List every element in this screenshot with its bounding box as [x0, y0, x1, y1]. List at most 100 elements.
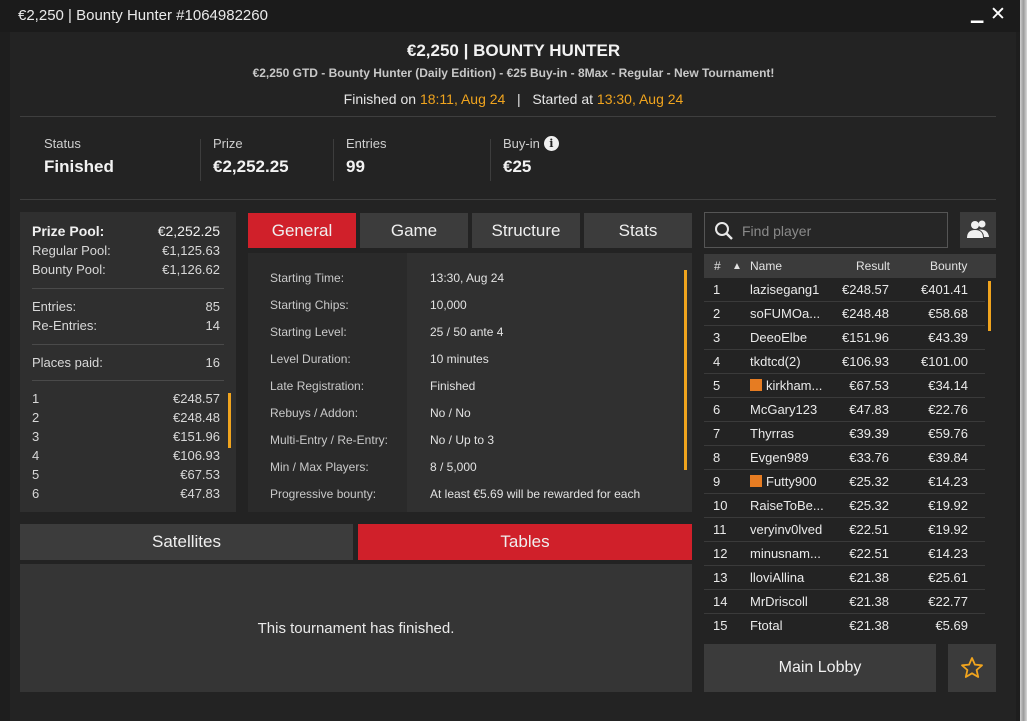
general-scrollbar[interactable] [684, 270, 687, 470]
row-result: €21.38 [849, 594, 889, 609]
tables-panel: This tournament has finished. [20, 564, 692, 692]
row-bounty: €14.23 [928, 474, 968, 489]
entries-value: 99 [346, 157, 365, 176]
close-icon[interactable]: ✕ [990, 3, 1006, 26]
row-name: Thyrras [750, 426, 795, 441]
row-name-with-flag: kirkham... [750, 378, 822, 393]
leaderboard-row[interactable]: 1 lazisegang1 €248.57 €401.41 [704, 278, 985, 302]
row-rank: 12 [713, 546, 728, 561]
bounty-pool-label: Bounty Pool: [32, 262, 106, 277]
status-label: Status [44, 136, 81, 151]
row-result: €21.38 [849, 570, 889, 585]
leaderboard-row[interactable]: 5 kirkham... €67.53 €34.14 [704, 374, 985, 398]
payout-amount: €47.83 [180, 486, 220, 501]
payouts-scrollbar[interactable] [228, 393, 231, 448]
general-label: Starting Level: [270, 325, 347, 339]
leaderboard-row[interactable]: 14 MrDriscoll €21.38 €22.77 [704, 590, 985, 614]
minimize-icon[interactable]: ▁ [971, 4, 983, 24]
regular-pool-label: Regular Pool: [32, 243, 111, 258]
player-flag-icon [750, 379, 762, 391]
leaderboard-scrollbar[interactable] [988, 281, 991, 331]
tab-game[interactable]: Game [360, 213, 468, 248]
favorite-button[interactable] [948, 644, 996, 692]
leaderboard-row[interactable]: 8 Evgen989 €33.76 €39.84 [704, 446, 985, 470]
row-rank: 11 [713, 522, 727, 537]
stat-divider [490, 139, 491, 181]
players-button[interactable] [960, 212, 996, 248]
status-value: Finished [44, 157, 114, 176]
result-header[interactable]: Result [856, 259, 890, 273]
general-label: Min / Max Players: [270, 460, 369, 474]
row-rank: 4 [713, 354, 721, 369]
tab-structure[interactable]: Structure [472, 213, 580, 248]
prize-pool-panel: Prize Pool: €2,252.25 Regular Pool: €1,1… [20, 212, 236, 512]
leaderboard-row[interactable]: 13 lloviAllina €21.38 €25.61 [704, 566, 985, 590]
prize-pool-value: €2,252.25 [157, 223, 220, 239]
general-value: 10,000 [430, 298, 467, 312]
row-bounty: €22.77 [928, 594, 968, 609]
row-bounty: €25.61 [928, 570, 968, 585]
general-label: Starting Chips: [270, 298, 349, 312]
tab-tables[interactable]: Tables [358, 524, 692, 560]
stat-divider [200, 139, 201, 181]
reentries-value: 14 [205, 318, 220, 333]
row-result: €25.32 [849, 474, 889, 489]
leaderboard-row[interactable]: 9 Futty900 €25.32 €14.23 [704, 470, 985, 494]
payout-amount: €248.48 [173, 410, 220, 425]
row-bounty: €43.39 [928, 330, 968, 345]
payout-row: 3 €151.96 [32, 429, 220, 444]
leaderboard-row[interactable]: 7 Thyrras €39.39 €59.76 [704, 422, 985, 446]
sort-asc-icon[interactable]: ▲ [732, 261, 742, 272]
status-stat: Status Finished [44, 136, 114, 186]
name-header[interactable]: Name [750, 259, 782, 273]
main-lobby-button[interactable]: Main Lobby [704, 644, 936, 692]
info-icon[interactable]: i [543, 136, 559, 151]
payout-row: 1 €248.57 [32, 391, 220, 406]
regular-pool-row: Regular Pool: €1,125.63 [32, 243, 220, 258]
payout-amount: €106.93 [173, 448, 220, 463]
row-name: Evgen989 [750, 450, 809, 465]
stat-divider [333, 139, 334, 181]
payout-row: 6 €47.83 [32, 486, 220, 501]
tab-general[interactable]: General [248, 213, 356, 248]
leaderboard-row[interactable]: 15 Ftotal €21.38 €5.69 [704, 614, 985, 638]
row-name: veryinv0lved [750, 522, 823, 537]
row-bounty: €19.92 [928, 498, 968, 513]
leaderboard-row[interactable]: 4 tkdtcd(2) €106.93 €101.00 [704, 350, 985, 374]
row-name: McGary123 [750, 402, 818, 417]
payout-row: 4 €106.93 [32, 448, 220, 463]
users-icon [967, 220, 989, 238]
payout-place: 2 [32, 410, 40, 425]
rank-header[interactable]: # [714, 259, 721, 273]
tab-stats[interactable]: Stats [584, 213, 692, 248]
leaderboard-row[interactable]: 10 RaiseToBe... €25.32 €19.92 [704, 494, 985, 518]
leaderboard-row[interactable]: 6 McGary123 €47.83 €22.76 [704, 398, 985, 422]
finished-time: 18:11, Aug 24 [419, 91, 506, 107]
row-bounty: €34.14 [928, 378, 968, 393]
search-input[interactable]: Find player [704, 212, 948, 248]
row-result: €248.48 [842, 306, 889, 321]
payout-row: 2 €248.48 [32, 410, 220, 425]
row-rank: 7 [713, 426, 721, 441]
row-bounty: €59.76 [928, 426, 968, 441]
payout-amount: €248.57 [173, 391, 220, 406]
row-name: lazisegang1 [750, 282, 820, 297]
tournament-subtitle: €2,250 GTD - Bounty Hunter (Daily Editio… [252, 66, 775, 80]
leaderboard-row[interactable]: 2 soFUMOa... €248.48 €58.68 [704, 302, 985, 326]
general-label: Multi-Entry / Re-Entry: [270, 433, 389, 447]
leaderboard-row[interactable]: 3 DeeoElbe €151.96 €43.39 [704, 326, 985, 350]
row-name: DeeoElbe [750, 330, 808, 345]
general-label: Rebuys / Addon: [270, 406, 359, 420]
general-info-panel: Starting Time: 13:30, Aug 24 Starting Ch… [248, 253, 692, 512]
prize-pool-label: Prize Pool: [32, 223, 105, 239]
places-row: Places paid: 16 [32, 355, 220, 370]
leaderboard-row[interactable]: 11 veryinv0lved €22.51 €19.92 [704, 518, 985, 542]
row-rank: 14 [713, 594, 728, 609]
bounty-pool-value: €1,126.62 [162, 262, 220, 277]
leaderboard-row[interactable]: 12 minusnam... €22.51 €14.23 [704, 542, 985, 566]
bounty-header[interactable]: Bounty [930, 259, 967, 273]
payout-place: 5 [32, 467, 40, 482]
row-name: tkdtcd(2) [750, 354, 801, 369]
row-result: €21.38 [849, 618, 889, 633]
tab-satellites[interactable]: Satellites [20, 524, 353, 560]
